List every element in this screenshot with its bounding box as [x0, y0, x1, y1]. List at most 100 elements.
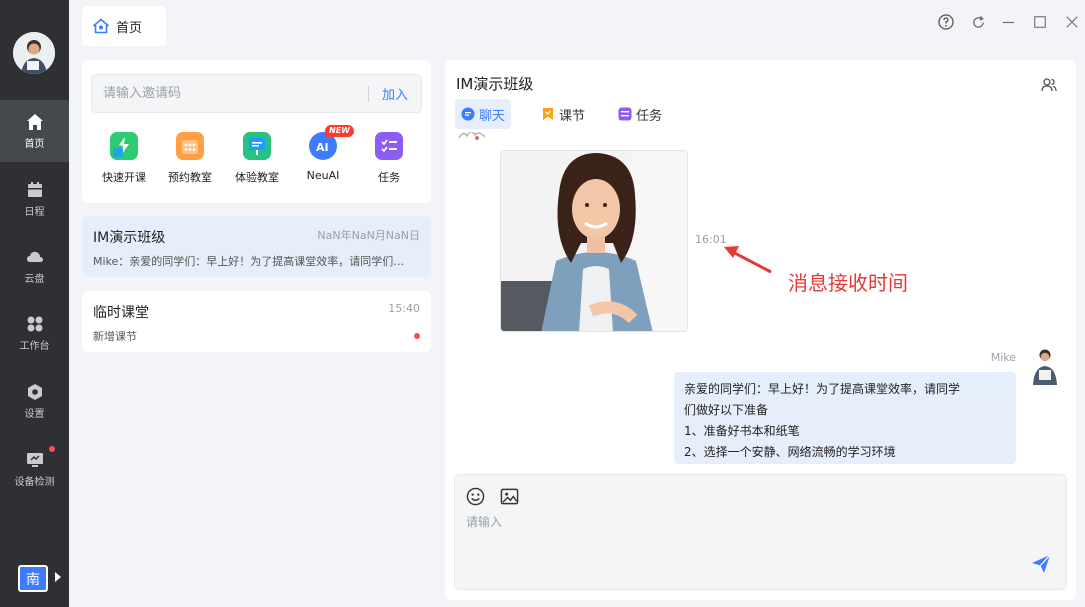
message-line: 们做好以下准备 — [684, 403, 769, 417]
emoji-button[interactable] — [466, 487, 485, 510]
maximize-button[interactable] — [1031, 13, 1049, 31]
conversation-item-im-demo[interactable]: IM演示班级 NaN年NaN月NaN日 Mike：亲爱的同学们：早上好！为了提高… — [82, 216, 431, 277]
help-icon — [938, 14, 954, 30]
rail-item-home[interactable]: 首页 — [0, 100, 69, 162]
rail-label-settings: 设置 — [24, 409, 45, 420]
monitor-icon — [26, 453, 43, 467]
conversation-name: IM演示班级 — [93, 230, 166, 246]
user-avatar[interactable] — [13, 32, 55, 74]
rail-item-workbench[interactable]: 工作台 — [0, 302, 69, 364]
tab-home-label: 首页 — [116, 20, 143, 36]
image-message[interactable] — [500, 150, 688, 332]
message-line: 亲爱的同学们：早上好！为了提高课堂效率，请同学 — [684, 382, 961, 396]
tab-chat[interactable]: 聊天 — [455, 99, 512, 129]
quick-label: 体验教室 — [235, 171, 279, 184]
join-button[interactable]: 加入 — [369, 84, 421, 103]
org-badge[interactable]: 南 — [18, 565, 48, 592]
expand-arrow-icon[interactable] — [55, 572, 61, 582]
rail-item-settings[interactable]: 设置 — [0, 370, 69, 432]
rail-label-schedule: 日程 — [24, 207, 45, 218]
sender-avatar — [455, 132, 489, 146]
rail-label-home: 首页 — [24, 139, 45, 150]
reserve-classroom-button[interactable]: 预约教室 — [160, 132, 220, 185]
presentation-icon — [243, 132, 271, 160]
quick-label: NeuAI — [306, 169, 340, 182]
invite-code-input[interactable] — [92, 86, 368, 101]
home-outline-icon — [93, 18, 109, 34]
close-button[interactable] — [1063, 13, 1081, 31]
rail-item-device-check[interactable]: 设备检测 — [0, 438, 69, 500]
settings-icon — [27, 384, 42, 400]
sender-name: Mike — [990, 351, 1016, 364]
quick-label: 快速开课 — [102, 171, 146, 184]
left-rail: 首页 日程 云盘 工作台 设置 设备检测 南 — [0, 0, 69, 607]
workbench-icon — [27, 316, 42, 332]
neuai-button[interactable]: AI NEW NeuAI — [293, 125, 354, 182]
refresh-icon — [972, 15, 984, 28]
quick-panel: 加入 快速开课 预约教室 体验教室 AI NEW NeuAI 任务 — [82, 60, 431, 203]
chat-panel: IM演示班级 聊天 课节 任务 16:01 消息接收时间 Mike 亲爱的同学们… — [445, 60, 1076, 600]
maximize-icon — [1034, 16, 1046, 28]
conversation-preview: 新增课节 — [93, 330, 137, 343]
svg-text:AI: AI — [316, 141, 329, 154]
send-icon — [1032, 554, 1051, 573]
bookmark-icon — [543, 108, 553, 120]
tab-bar: 首页 — [69, 0, 1085, 46]
minimize-icon — [1002, 21, 1014, 23]
annotation-label: 消息接收时间 — [788, 271, 908, 295]
message-list: 16:01 消息接收时间 Mike 亲爱的同学们：早上好！为了提高课堂效率，请同… — [445, 132, 1076, 472]
tab-tasks-label: 任务 — [636, 108, 663, 124]
send-button[interactable] — [1030, 553, 1052, 579]
calendar-grid-icon — [176, 132, 204, 160]
conversation-item-temp-class[interactable]: 临时课堂 15:40 新增课节 — [82, 291, 431, 352]
tab-lessons[interactable]: 课节 — [535, 99, 591, 129]
rail-label-cloud: 云盘 — [24, 274, 45, 285]
checklist-icon — [375, 132, 403, 160]
image-upload-button[interactable] — [500, 487, 519, 510]
conversation-time: 15:40 — [388, 302, 420, 315]
help-button[interactable] — [937, 13, 955, 31]
tab-tasks[interactable]: 任务 — [612, 99, 668, 129]
tab-lessons-label: 课节 — [559, 108, 586, 124]
quick-label: 预约教室 — [168, 171, 212, 184]
task-icon — [618, 107, 632, 121]
notification-dot — [49, 446, 55, 452]
new-badge: NEW — [325, 125, 354, 137]
conversation-time: NaN年NaN月NaN日 — [317, 229, 420, 242]
members-button[interactable] — [1040, 76, 1058, 98]
invite-box: 加入 — [91, 74, 422, 113]
trial-classroom-button[interactable]: 体验教室 — [227, 132, 287, 185]
emoji-icon — [466, 487, 485, 506]
home-icon — [26, 114, 43, 130]
rail-label-workbench: 工作台 — [19, 341, 50, 352]
rail-label-device-check: 设备检测 — [14, 477, 55, 488]
ai-icon: AI NEW — [309, 125, 354, 160]
message-composer — [454, 474, 1067, 590]
unread-dot — [414, 333, 420, 339]
annotation-arrow-icon — [724, 246, 772, 274]
text-message-bubble[interactable]: 亲爱的同学们：早上好！为了提高课堂效率，请同学 们做好以下准备 1、准备好书本和… — [674, 372, 1016, 464]
chat-icon — [461, 107, 475, 121]
minimize-button[interactable] — [999, 13, 1017, 31]
cloud-icon — [26, 251, 43, 262]
mike-avatar — [1028, 347, 1062, 385]
message-line: 2、选择一个安静、网络流畅的学习环境 — [684, 445, 896, 459]
refresh-button[interactable] — [969, 13, 987, 31]
rail-item-cloud[interactable]: 云盘 — [0, 235, 69, 297]
conversation-preview: Mike：亲爱的同学们：早上好！为了提高课堂效率，请同学们做好以下准备 — [93, 255, 413, 268]
tasks-button[interactable]: 任务 — [359, 132, 419, 185]
rail-item-schedule[interactable]: 日程 — [0, 168, 69, 230]
calendar-icon — [27, 182, 42, 197]
quick-start-class-button[interactable]: 快速开课 — [94, 132, 154, 185]
lightning-icon — [110, 132, 138, 160]
chat-title: IM演示班级 — [456, 75, 534, 93]
close-icon — [1066, 16, 1078, 28]
members-icon — [1041, 78, 1057, 92]
message-input[interactable] — [466, 513, 1026, 573]
message-line: 1、准备好书本和纸笔 — [684, 424, 800, 438]
conversation-name: 临时课堂 — [93, 305, 149, 321]
tab-home[interactable]: 首页 — [82, 6, 166, 46]
tab-chat-label: 聊天 — [479, 108, 506, 124]
image-icon — [500, 488, 519, 505]
portrait-photo-image — [501, 151, 687, 331]
